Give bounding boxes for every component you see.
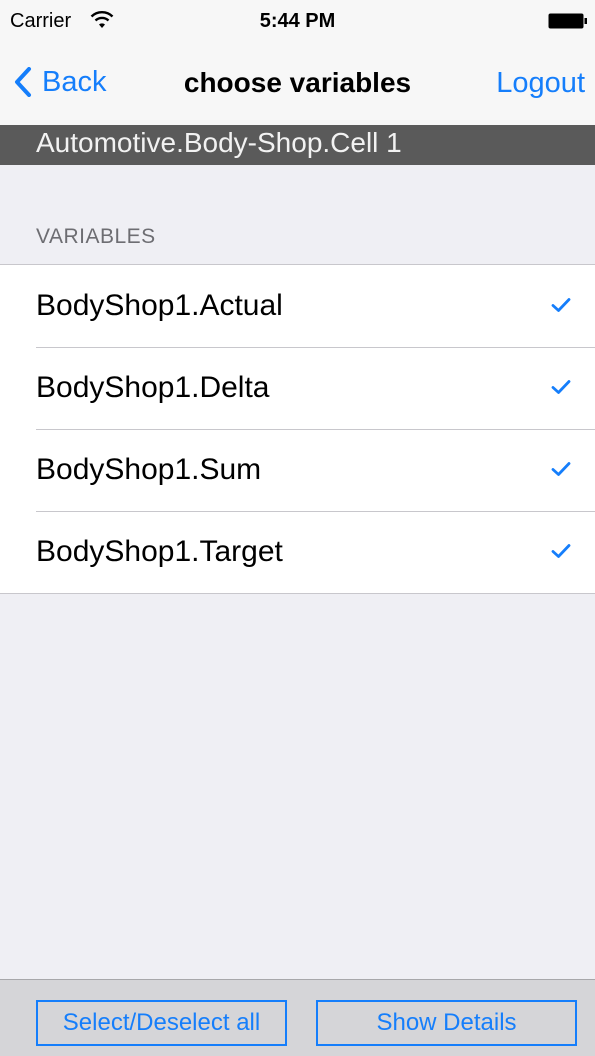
logout-button[interactable]: Logout [496,67,585,100]
status-bar: Carrier 5:44 PM [0,0,595,40]
list-item-label: BodyShop1.Actual [36,289,283,322]
checkmark-icon [551,298,571,312]
clock: 5:44 PM [259,10,336,32]
list-item[interactable]: BodyShop1.Target [0,511,595,593]
screen: Carrier 5:44 PM Back choose variables Lo… [0,0,595,1056]
list-item[interactable]: BodyShop1.Delta [0,347,595,429]
select-deselect-all-button[interactable]: Select/Deselect all [36,1000,287,1046]
list-item[interactable]: BodyShop1.Sum [0,429,595,511]
section-header: VARIABLES [36,225,156,248]
checkmark-icon [551,380,571,394]
checkmark-icon [551,544,571,558]
list-item[interactable]: BodyShop1.Actual [0,265,595,347]
list-item-label: BodyShop1.Sum [36,453,262,486]
bottom-toolbar: Select/Deselect all Show Details [0,979,595,1056]
list-item-label: BodyShop1.Delta [36,371,270,404]
path-header: Automotive.Body-Shop.Cell 1 [0,125,595,165]
list-item-label: BodyShop1.Target [36,535,283,568]
variables-list: BodyShop1.Actual BodyShop1.Delta BodySho… [0,264,595,594]
battery-icon [548,13,587,29]
checkmark-icon [551,462,571,476]
navigation-bar: Back choose variables Logout [0,40,595,125]
show-details-button[interactable]: Show Details [316,1000,577,1046]
